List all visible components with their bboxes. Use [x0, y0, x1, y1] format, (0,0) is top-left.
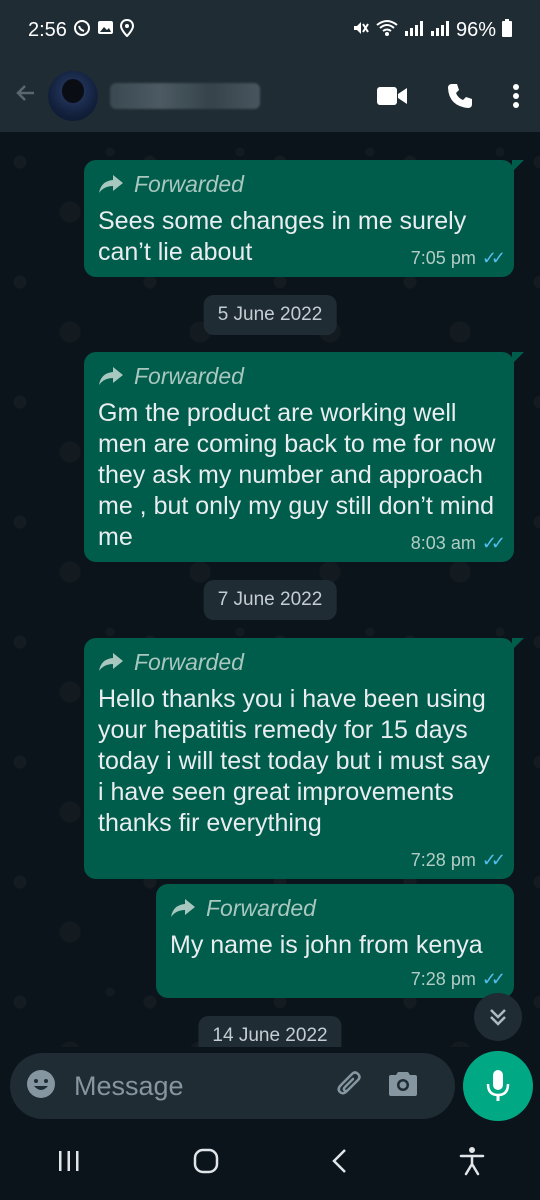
- message-time: 7:05 pm: [410, 248, 476, 268]
- message-text: My name is john from kenya: [170, 931, 483, 959]
- forwarded-label: Forwarded: [98, 362, 500, 390]
- contact-avatar[interactable]: [48, 71, 98, 121]
- contact-name[interactable]: [110, 83, 260, 109]
- signal-icon-2: [430, 20, 450, 41]
- system-nav-bar: [0, 1127, 540, 1200]
- message-meta: 7:28 pm ✓✓: [410, 969, 506, 990]
- message-text: Hello thanks you i have been using your …: [98, 685, 490, 837]
- forward-icon: [99, 175, 123, 193]
- scroll-to-bottom-button[interactable]: [474, 993, 522, 1041]
- wifi-icon: [376, 19, 398, 42]
- message-time: 7:28 pm: [410, 969, 476, 989]
- forward-icon: [171, 899, 195, 917]
- read-ticks-icon: ✓✓: [481, 533, 506, 553]
- message-bubble[interactable]: Forwarded My name is john from kenya 7:2…: [156, 884, 514, 998]
- header-actions: [376, 82, 526, 110]
- date-chip: 7 June 2022: [203, 580, 337, 620]
- mute-icon: [352, 19, 370, 42]
- message-meta: 8:03 am ✓✓: [410, 533, 506, 554]
- attach-icon[interactable]: [335, 1069, 365, 1104]
- date-chip: 14 June 2022: [198, 1016, 342, 1047]
- double-chevron-down-icon: [490, 1009, 506, 1026]
- read-ticks-icon: ✓✓: [481, 248, 506, 268]
- status-right: 96%: [352, 18, 512, 42]
- signal-icon-1: [404, 20, 424, 41]
- voice-record-button[interactable]: [463, 1051, 533, 1121]
- message-time: 7:28 pm: [410, 850, 476, 870]
- read-ticks-icon: ✓✓: [481, 850, 506, 870]
- accessibility-icon[interactable]: [459, 1146, 485, 1181]
- recent-apps-icon[interactable]: [56, 1149, 82, 1178]
- message-input-container: [10, 1053, 455, 1119]
- video-call-icon[interactable]: [376, 85, 408, 107]
- message-bubble[interactable]: Forwarded Hello thanks you i have been u…: [84, 638, 524, 879]
- home-icon[interactable]: [193, 1148, 219, 1179]
- message-time: 8:03 am: [410, 533, 476, 553]
- forwarded-text: Forwarded: [134, 362, 244, 389]
- forward-icon: [99, 653, 123, 671]
- back-arrow-icon[interactable]: [14, 80, 44, 112]
- forwarded-label: Forwarded: [98, 170, 500, 198]
- message-meta: 7:05 pm ✓✓: [410, 248, 506, 269]
- emoji-icon[interactable]: [26, 1069, 56, 1104]
- back-nav-icon[interactable]: [330, 1148, 348, 1179]
- location-notification-icon: [119, 18, 134, 42]
- composer-bar: [0, 1047, 540, 1127]
- whatsapp-notification-icon: [73, 19, 91, 42]
- forwarded-text: Forwarded: [134, 170, 244, 197]
- forwarded-text: Forwarded: [206, 894, 316, 921]
- forwarded-label: Forwarded: [170, 894, 500, 922]
- camera-icon[interactable]: [387, 1070, 419, 1103]
- status-time: 2:56: [28, 18, 67, 41]
- message-text: Gm the product are working well men are …: [98, 399, 496, 551]
- chat-header: [0, 60, 540, 132]
- more-options-icon[interactable]: [512, 83, 520, 109]
- battery-percent: 96%: [455, 18, 496, 41]
- status-bar: 2:56 96%: [0, 0, 540, 60]
- message-input[interactable]: [72, 1069, 321, 1103]
- voice-call-icon[interactable]: [446, 82, 474, 110]
- forward-icon: [99, 367, 123, 385]
- chat-area[interactable]: Forwarded Sees some changes in me surely…: [0, 132, 540, 1047]
- message-bubble[interactable]: Forwarded Gm the product are working wel…: [84, 352, 524, 562]
- gallery-notification-icon: [97, 19, 114, 41]
- status-left: 2:56: [28, 18, 134, 42]
- microphone-icon: [486, 1070, 510, 1101]
- forwarded-label: Forwarded: [98, 648, 500, 676]
- message-bubble[interactable]: Forwarded Sees some changes in me surely…: [84, 160, 524, 277]
- date-chip: 5 June 2022: [203, 295, 337, 335]
- battery-icon: [502, 18, 512, 42]
- forwarded-text: Forwarded: [134, 648, 244, 675]
- message-meta: 7:28 pm ✓✓: [410, 850, 506, 871]
- read-ticks-icon: ✓✓: [481, 969, 506, 989]
